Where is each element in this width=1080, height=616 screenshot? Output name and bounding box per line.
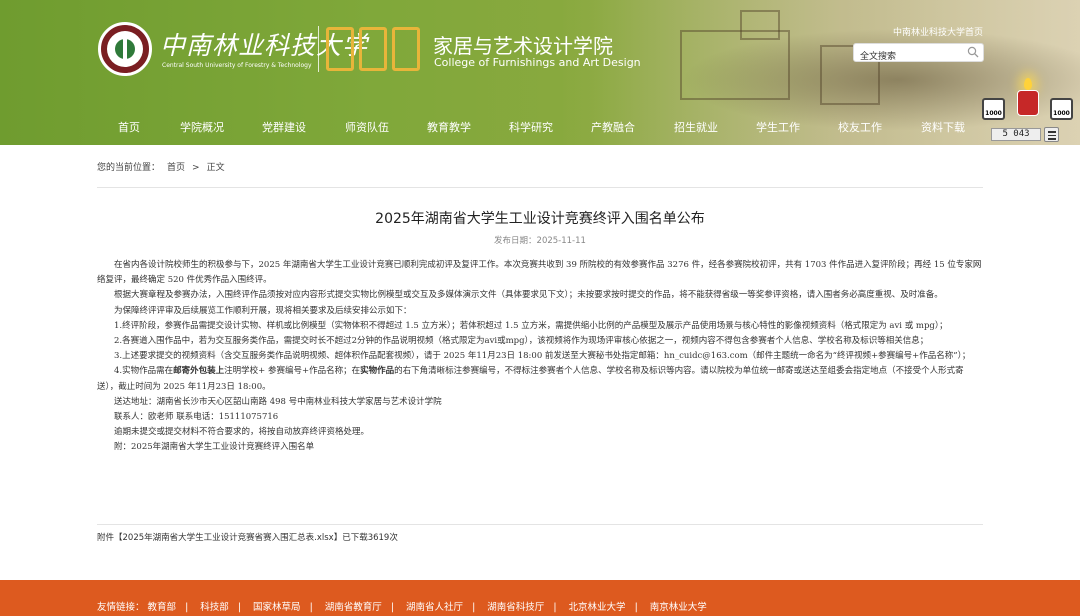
- article-paragraph: 送达地址：湖南省长沙市天心区韶山南路 498 号中南林业科技大学家居与艺术设计学…: [114, 396, 442, 407]
- footer-link-most[interactable]: 科技部: [200, 602, 229, 613]
- text-span: 注明学校+ 参赛编号+作品名称；在: [224, 366, 361, 377]
- site-header: 中南林业科技大学 Central South University of For…: [0, 0, 1080, 145]
- footer-link-hunan-science[interactable]: 湖南省科技厅: [487, 602, 544, 613]
- footer-link-hunan-hr[interactable]: 湖南省人社厅: [406, 602, 463, 613]
- breadcrumb-prefix: 您的当前位置：: [97, 163, 161, 173]
- article-paragraph: 根据大赛章程及参赛办法，入围终评作品须按对应内容形式提交实物比例模型或交互及多媒…: [114, 290, 943, 301]
- college-name-en: College of Furnishings and Art Design: [434, 56, 641, 69]
- search-input[interactable]: [854, 48, 962, 66]
- nav-item-alumni[interactable]: 校友工作: [838, 119, 882, 135]
- nav-item-party[interactable]: 党群建设: [262, 119, 306, 135]
- nav-item-industry[interactable]: 产教融合: [591, 119, 635, 135]
- nav-item-faculty[interactable]: 师资队伍: [345, 119, 389, 135]
- nav-item-students[interactable]: 学生工作: [756, 119, 800, 135]
- bold-text: 邮寄外包装上: [173, 366, 225, 377]
- attachment-prefix: 附件【: [97, 533, 123, 543]
- breadcrumb-current: 正文: [206, 163, 225, 173]
- breadcrumb: 您的当前位置： 首页 > 正文: [97, 160, 232, 173]
- article-paragraph: 逾期未提交或提交材料不符合要求的，将按自动放弃终评资格处理。: [114, 427, 370, 438]
- search-icon[interactable]: [967, 46, 979, 58]
- nav-item-home[interactable]: 首页: [118, 119, 140, 135]
- nav-item-about[interactable]: 学院概况: [180, 119, 224, 135]
- main-nav: 首页 学院概况 党群建设 师资队伍 教育教学 科学研究 产教融合 招生就业 学生…: [0, 110, 1080, 142]
- college-name-cn: 家居与艺术设计学院: [433, 34, 613, 58]
- nav-item-research[interactable]: 科学研究: [509, 119, 553, 135]
- nav-item-downloads[interactable]: 资料下载: [921, 119, 965, 135]
- college-fad-logo: [326, 27, 422, 71]
- breadcrumb-separator: >: [192, 163, 200, 173]
- nav-item-admissions[interactable]: 招生就业: [674, 119, 718, 135]
- search-box: [853, 43, 984, 66]
- footer-link-njfu[interactable]: 南京林业大学: [650, 602, 707, 613]
- footer-link-bjfu[interactable]: 北京林业大学: [569, 602, 626, 613]
- logo-divider: [318, 26, 319, 72]
- footer-link-hunan-education[interactable]: 湖南省教育厅: [325, 602, 382, 613]
- nav-item-teaching[interactable]: 教育教学: [427, 119, 471, 135]
- article-date: 发布日期：2025-11-11: [494, 236, 586, 246]
- attachment-download-count: 】已下载3619次: [333, 533, 398, 543]
- article-paragraph: 为保障终评评审及后续展览工作顺利开展，现将相关要求及后续安排公示如下：: [114, 305, 412, 316]
- article-paragraph: 4.实物作品需在邮寄外包装上注明学校+ 参赛编号+作品名称；在实物作品的右下角清…: [97, 364, 983, 394]
- article-paragraph: 1.终评阶段，参赛作品需提交设计实物、样机或比例模型（实物体积不得超过 1.5 …: [114, 320, 948, 331]
- article-paragraph: 附：2025年湖南省大学生工业设计竞赛终评入围名单: [114, 442, 315, 453]
- article-title: 2025年湖南省大学生工业设计竞赛终评入围名单公布: [375, 211, 705, 227]
- footer-link-moe[interactable]: 教育部: [148, 602, 177, 613]
- friend-links: 友情链接： 教育部 | 科技部 | 国家林草局 | 湖南省教育厅 | 湖南省人社厅 | 湖…: [97, 602, 707, 613]
- article-paragraph: 2.各赛道入围作品中，若为交互服务类作品，需提交时长不超过2分钟的作品说明视频（…: [114, 336, 929, 347]
- attachment-divider: [97, 524, 983, 525]
- site-footer: 友情链接： 教育部 | 科技部 | 国家林草局 | 湖南省教育厅 | 湖南省人社厅 | 湖…: [0, 580, 1080, 616]
- university-name-en: Central South University of Forestry & T…: [162, 62, 312, 70]
- attachment-line: 附件【2025年湖南省大学生工业设计竞赛省赛入围汇总表.xlsx】已下载3619…: [97, 531, 398, 543]
- article-paragraph: 3.上述要求提交的视频资料（含交互服务类作品说明视频、超体积作品配套视频），请于…: [114, 351, 971, 362]
- bold-text: 实物作品: [360, 366, 395, 377]
- breadcrumb-divider: [97, 187, 983, 188]
- article-paragraph: 在省内各设计院校师生的积极参与下，2025 年湖南省大学生工业设计竞赛已顺利完成…: [97, 260, 982, 286]
- footer-link-forestry-admin[interactable]: 国家林草局: [253, 602, 301, 613]
- attachment-link[interactable]: 2025年湖南省大学生工业设计竞赛省赛入围汇总表.xlsx: [123, 533, 334, 543]
- friend-links-label: 友情链接：: [97, 602, 145, 613]
- text-span: 4.实物作品需在: [114, 366, 174, 377]
- university-home-link[interactable]: 中南林业科技大学首页: [893, 25, 983, 38]
- article-body: 在省内各设计院校师生的积极参与下，2025 年湖南省大学生工业设计竞赛已顺利完成…: [97, 258, 983, 456]
- article-paragraph: 联系人：欧老师 联系电话：15111075716: [114, 412, 279, 423]
- university-seal-logo[interactable]: [98, 22, 152, 76]
- breadcrumb-home[interactable]: 首页: [167, 163, 185, 173]
